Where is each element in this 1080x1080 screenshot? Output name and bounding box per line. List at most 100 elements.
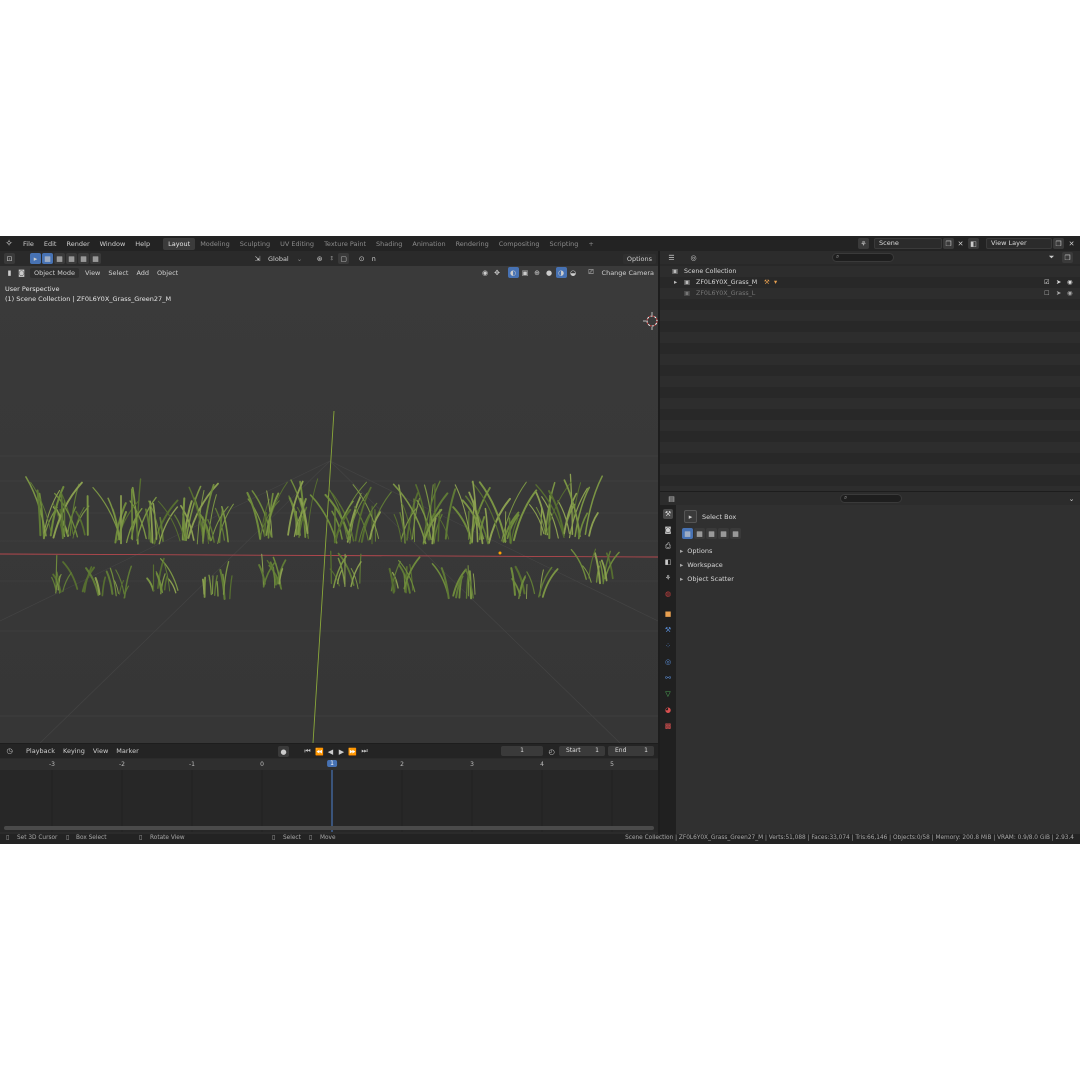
tab-sculpting[interactable]: Sculpting [235, 238, 275, 250]
editor-type-icon[interactable]: ⊡ [4, 253, 15, 264]
menu-file[interactable]: File [18, 240, 39, 248]
end-frame-field[interactable]: End 1 [608, 746, 654, 756]
menu-select[interactable]: Select [104, 269, 132, 277]
material-shading-icon[interactable]: ◑ [555, 267, 567, 278]
tab-texture-paint[interactable]: Texture Paint [319, 238, 371, 250]
jump-end-icon[interactable]: ⏭ [359, 746, 370, 757]
bookmark-icon[interactable]: ▮ [4, 267, 15, 278]
outliner-search-input[interactable]: ⌕ [832, 253, 894, 262]
proportional-edit-icon[interactable]: ⊙ [356, 253, 367, 264]
scene-name-field[interactable]: Scene [874, 238, 942, 249]
tab-modeling[interactable]: Modeling [195, 238, 235, 250]
outliner[interactable]: ☰ ◎ ⌕ ⏷ ❐ ▣ Scene Collection ▸ ▣ ZF0L6Y0… [660, 251, 1080, 491]
scene-tab-icon[interactable]: ⚘ [663, 573, 673, 583]
menu-edit[interactable]: Edit [39, 240, 62, 248]
close-scene-icon[interactable]: ✕ [955, 238, 966, 249]
select-intersect-icon[interactable]: ▦ [730, 528, 741, 539]
tab-shading[interactable]: Shading [371, 238, 407, 250]
camera-icon[interactable]: ◙ [16, 267, 27, 278]
tab-scripting[interactable]: Scripting [545, 238, 584, 250]
rendered-shading-icon[interactable]: ◒ [568, 267, 579, 278]
physics-tab-icon[interactable]: ◎ [663, 657, 673, 667]
xray-icon[interactable]: ▣ [519, 267, 531, 278]
pivot-point-icon[interactable]: ⊛ [314, 253, 325, 264]
view-layer-tab-icon[interactable]: ◧ [663, 557, 673, 567]
menu-add[interactable]: Add [132, 269, 153, 277]
start-frame-field[interactable]: Start 1 [559, 746, 605, 756]
falloff-icon[interactable]: ∩ [368, 253, 379, 264]
display-mode-icon[interactable]: ◎ [688, 252, 699, 263]
selectable-icon[interactable]: ➤ [1056, 288, 1061, 299]
record-icon[interactable]: ● [278, 746, 289, 757]
snap-icon[interactable]: ⦂ [326, 253, 337, 264]
outliner-row-scene-collection[interactable]: ▣ Scene Collection [660, 266, 1080, 277]
play-reverse-icon[interactable]: ◀ [325, 746, 336, 757]
material-tab-icon[interactable]: ◕ [663, 705, 673, 715]
select-subtract-icon[interactable]: ▦ [66, 253, 77, 264]
scene-icon[interactable]: ⚘ [858, 238, 869, 249]
tab-compositing[interactable]: Compositing [494, 238, 545, 250]
gizmo-icon[interactable]: ✥ [492, 267, 503, 278]
next-keyframe-icon[interactable]: ⏩ [347, 746, 358, 757]
new-collection-icon[interactable]: ❐ [1062, 252, 1073, 263]
tool-tab-icon[interactable]: ⚒ [663, 509, 673, 519]
properties-search-input[interactable]: ⌕ [840, 494, 902, 503]
panel-object-scatter[interactable]: ▸ Object Scatter [680, 575, 734, 583]
blender-logo-icon[interactable]: ✧ [0, 236, 18, 251]
change-camera-button[interactable]: Change Camera [598, 269, 658, 277]
select-extend-icon[interactable]: ▦ [694, 528, 705, 539]
select-invert-icon[interactable]: ▦ [718, 528, 729, 539]
options-dropdown[interactable]: Options [622, 253, 656, 264]
stopwatch-icon[interactable]: ◴ [546, 746, 557, 757]
tab-animation[interactable]: Animation [407, 238, 450, 250]
properties-editor[interactable]: ▤ ⌕ ⌄ ⚒ ◙ ⎙ ◧ ⚘ ◍ ■ ⚒ ⁘ ◎ ⚯ ▽ ◕ ▩ ▸ Sele… [660, 492, 1080, 834]
visibility-eye-icon[interactable]: ◉ [1067, 277, 1073, 288]
play-icon[interactable]: ▶ [336, 746, 347, 757]
outliner-editor-type-icon[interactable]: ☰ [666, 252, 677, 263]
select-tool-icon[interactable]: ▸ [30, 253, 41, 264]
modifier-tab-icon[interactable]: ⚒ [663, 625, 673, 635]
texture-tab-icon[interactable]: ▩ [663, 721, 673, 731]
render-tab-icon[interactable]: ◙ [663, 525, 673, 535]
outliner-row-object[interactable]: ▸ ▣ ZF0L6Y0X_Grass_M ⚒ ▾ ☑ ➤ ◉ [660, 277, 1080, 288]
add-workspace-button[interactable]: + [583, 238, 598, 250]
filter-icon[interactable]: ⏷ [1046, 252, 1057, 263]
particles-tab-icon[interactable]: ⁘ [663, 641, 673, 651]
menu-object[interactable]: Object [153, 269, 182, 277]
prev-keyframe-icon[interactable]: ⏪ [314, 746, 325, 757]
visibility-icon[interactable]: ◉ [480, 267, 491, 278]
properties-options-icon[interactable]: ⌄ [1066, 493, 1077, 504]
menu-help[interactable]: Help [130, 240, 155, 248]
solid-shading-icon[interactable]: ● [544, 267, 555, 278]
select-intersect-icon[interactable]: ▦ [90, 253, 101, 264]
select-extend-icon[interactable]: ▦ [54, 253, 65, 264]
timeline-ruler[interactable]: -3 -2 -1 0 1 2 3 4 5 [0, 759, 658, 770]
select-new-icon[interactable]: ▦ [42, 253, 53, 264]
select-subtract-icon[interactable]: ▦ [706, 528, 717, 539]
timeline-scrollbar[interactable] [4, 826, 654, 830]
output-tab-icon[interactable]: ⎙ [663, 541, 673, 551]
exclude-checkbox-checked[interactable]: ☑ [1044, 277, 1050, 288]
menu-playback[interactable]: Playback [22, 747, 59, 755]
view-layer-icon[interactable]: ◧ [968, 238, 979, 249]
object-mode-dropdown[interactable]: Object Mode [30, 267, 79, 278]
menu-keying[interactable]: Keying [59, 747, 89, 755]
outliner-row-object[interactable]: ▣ ZF0L6Y0X_Grass_L ☐ ➤ ◉ [660, 288, 1080, 299]
current-frame-marker[interactable]: 1 [327, 760, 337, 767]
transform-orientation-dropdown[interactable]: Global [264, 255, 293, 263]
properties-editor-type-icon[interactable]: ▤ [666, 493, 677, 504]
copy-view-layer-icon[interactable]: ❐ [1053, 238, 1064, 249]
transform-orientation-icon[interactable]: ⇲ [252, 253, 263, 264]
change-camera-icon[interactable]: ⎚ [586, 267, 597, 278]
select-new-icon[interactable]: ▦ [682, 528, 693, 539]
menu-view[interactable]: View [81, 269, 104, 277]
exclude-checkbox[interactable]: ☐ [1044, 288, 1050, 299]
menu-marker[interactable]: Marker [112, 747, 142, 755]
object-tab-icon[interactable]: ■ [663, 609, 673, 619]
close-view-layer-icon[interactable]: ✕ [1066, 238, 1077, 249]
world-tab-icon[interactable]: ◍ [663, 589, 673, 599]
timeline-track-area[interactable] [0, 770, 658, 832]
overlays-icon[interactable]: ◐ [507, 267, 519, 278]
jump-start-icon[interactable]: ⏮ [302, 746, 313, 757]
constraints-tab-icon[interactable]: ⚯ [663, 673, 673, 683]
